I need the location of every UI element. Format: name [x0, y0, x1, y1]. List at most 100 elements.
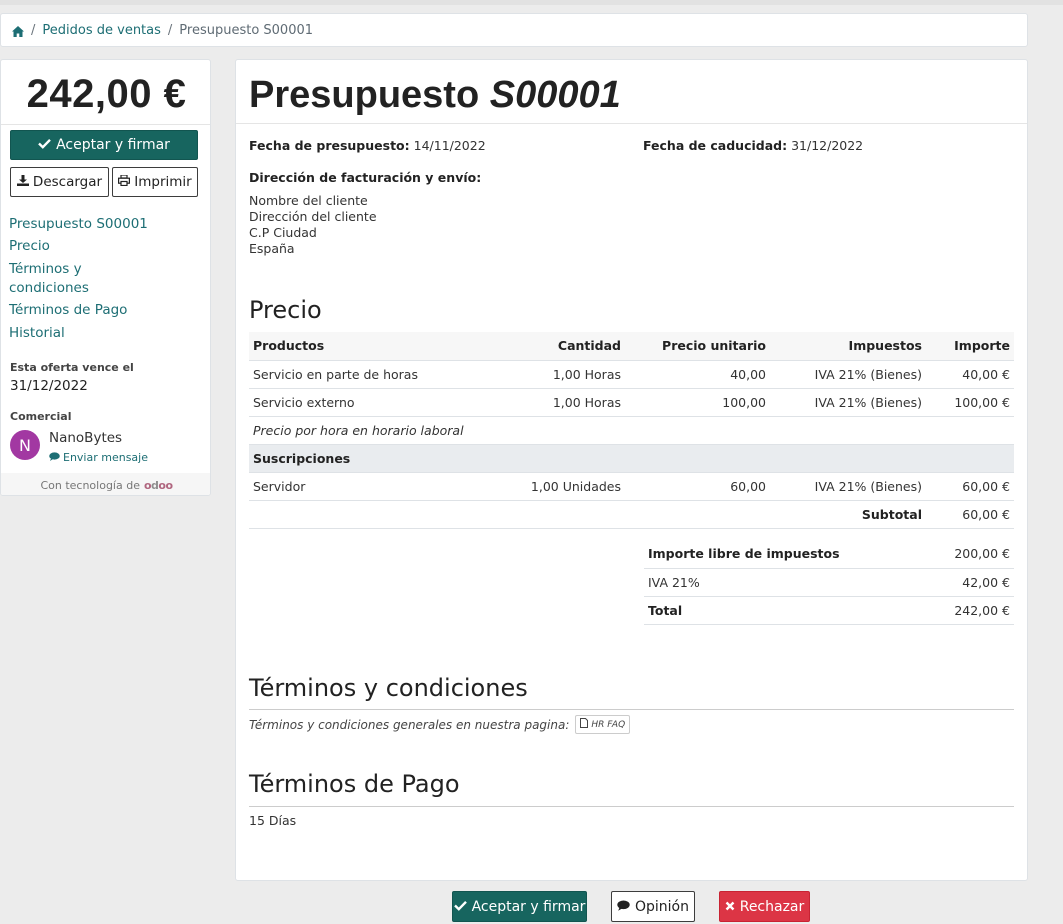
breadcrumb-separator: / [167, 22, 173, 38]
quote-date-label: Fecha de presupuesto: [249, 138, 410, 153]
quantity-cell: 1,00 Horas [489, 360, 625, 389]
comment-icon [49, 451, 60, 464]
subtotal-label: Subtotal [249, 500, 926, 529]
product-cell: Servidor [249, 472, 489, 501]
check-icon [38, 137, 51, 153]
column-header: Productos [249, 332, 489, 361]
note-cell: Precio por hora en horario laboral [249, 416, 1014, 445]
top-border [0, 0, 1063, 5]
address-line: Nombre del cliente [249, 193, 368, 208]
taxes-cell: IVA 21% (Bienes) [770, 472, 926, 501]
address-label-text: Dirección de facturación y envío: [249, 170, 482, 185]
powered-by-label: Con tecnología de [40, 478, 140, 492]
totals-table: Importe libre de impuestos 200,00 € IVA … [644, 540, 1014, 625]
address-block: Nombre del cliente Dirección del cliente… [249, 193, 377, 257]
unit-price-cell: 100,00 [625, 388, 770, 417]
document-icon [580, 718, 589, 731]
check-icon [453, 899, 467, 915]
reject-label: Rechazar [739, 898, 805, 915]
accept-sign-button[interactable]: Aceptar y firmar [10, 130, 198, 160]
payment-terms-heading: Términos de Pago [249, 770, 460, 798]
table-row: Servidor 1,00 Unidades 60,00 IVA 21% (Bi… [249, 472, 1014, 501]
address-line: España [249, 241, 295, 256]
send-message-label: Enviar mensaje [63, 451, 148, 464]
hr-faq-link[interactable]: HR FAQ [575, 715, 631, 734]
total-label: Total [644, 596, 925, 625]
send-message-link[interactable]: Enviar mensaje [49, 451, 148, 464]
salesperson-label: Comercial [10, 410, 72, 423]
sidebar: 242,00 € Aceptar y firmar Descargar Impr… [0, 59, 211, 496]
feedback-button[interactable]: Opinión [611, 891, 695, 922]
untaxed-label: Importe libre de impuestos [644, 540, 925, 569]
nav-payment-terms[interactable]: Términos de Pago [9, 301, 127, 320]
title-reference: S00001 [489, 74, 621, 116]
total-value: 242,00 € [924, 596, 1014, 625]
divider [1, 124, 210, 125]
expires-date: 31/12/2022 [10, 378, 88, 394]
amount-cell: 40,00 € [926, 360, 1014, 389]
comment-icon [617, 899, 630, 915]
hr-faq-label: HR FAQ [591, 719, 626, 730]
breadcrumb-separator: / [31, 22, 36, 38]
terms-heading: Términos y condiciones [249, 674, 528, 702]
taxes-cell: IVA 21% (Bienes) [770, 360, 926, 389]
expires-label: Esta oferta vence el [10, 361, 134, 374]
powered-by: Con tecnología de odoo [1, 473, 210, 495]
note-row: Precio por hora en horario laboral [249, 416, 1014, 445]
quote-date-value: 14/11/2022 [413, 138, 486, 153]
taxes-cell: IVA 21% (Bienes) [770, 388, 926, 417]
column-header: Impuestos [770, 332, 926, 361]
accept-sign-label: Aceptar y firmar [56, 137, 170, 153]
avatar: N [10, 430, 40, 460]
quote-document: Presupuesto S00001 Fecha de presupuesto:… [235, 59, 1028, 881]
expiry-date-label: Fecha de caducidad: [643, 138, 788, 153]
column-header: Importe [926, 332, 1014, 361]
untaxed-value: 200,00 € [924, 540, 1014, 569]
table-header: Productos Cantidad Precio unitario Impue… [249, 332, 1014, 361]
expiry-date-field: Fecha de caducidad: 31/12/2022 [643, 138, 863, 153]
nav-history[interactable]: Historial [9, 324, 65, 343]
nav-terms[interactable]: Términos y condiciones [9, 260, 99, 298]
unit-price-cell: 60,00 [625, 472, 770, 501]
reject-button[interactable]: Rechazar [719, 891, 810, 922]
table-row: Servicio externo 1,00 Horas 100,00 IVA 2… [249, 388, 1014, 417]
title-prefix: Presupuesto [249, 74, 480, 116]
totals-row: IVA 21% 42,00 € [644, 568, 1014, 597]
odoo-logo[interactable]: odoo [144, 479, 173, 492]
unit-price-cell: 40,00 [625, 360, 770, 389]
nav-price[interactable]: Precio [9, 237, 50, 256]
printer-icon [118, 174, 131, 190]
breadcrumb-sales-orders[interactable]: Pedidos de ventas [42, 23, 161, 38]
subtotal-value: 60,00 € [926, 500, 1014, 529]
totals-row: Importe libre de impuestos 200,00 € [644, 540, 1014, 569]
product-cell: Servicio externo [249, 388, 489, 417]
totals-row: Total 242,00 € [644, 596, 1014, 625]
column-header: Cantidad [489, 332, 625, 361]
amount-cell: 60,00 € [926, 472, 1014, 501]
address-line: Dirección del cliente [249, 209, 377, 224]
divider [236, 123, 1027, 124]
divider [249, 806, 1014, 807]
salesperson-name: NanoBytes [49, 430, 123, 446]
print-button[interactable]: Imprimir [112, 167, 198, 197]
terms-text-line: Términos y condiciones generales en nues… [249, 715, 631, 734]
terms-text: Términos y condiciones generales en nues… [249, 717, 570, 732]
quantity-cell: 1,00 Horas [489, 388, 625, 417]
home-icon[interactable] [12, 25, 24, 37]
table-row: Servicio en parte de horas 1,00 Horas 40… [249, 360, 1014, 389]
accept-sign-bottom-button[interactable]: Aceptar y firmar [452, 891, 587, 922]
nav-quote[interactable]: Presupuesto S00001 [9, 215, 148, 234]
payment-terms-value: 15 Días [249, 813, 297, 828]
quantity-cell: 1,00 Unidades [489, 472, 625, 501]
feedback-label: Opinión [635, 898, 689, 915]
address-label: Dirección de facturación y envío: [249, 170, 481, 185]
page-title: Presupuesto S00001 [249, 74, 621, 117]
product-cell: Servicio en parte de horas [249, 360, 489, 389]
download-button[interactable]: Descargar [10, 167, 109, 197]
print-label: Imprimir [134, 174, 192, 190]
amount-cell: 100,00 € [926, 388, 1014, 417]
breadcrumb: / Pedidos de ventas / Presupuesto S00001 [0, 13, 1028, 47]
section-row: Suscripciones [249, 444, 1014, 473]
download-label: Descargar [32, 174, 103, 190]
total-amount: 242,00 € [26, 72, 187, 116]
